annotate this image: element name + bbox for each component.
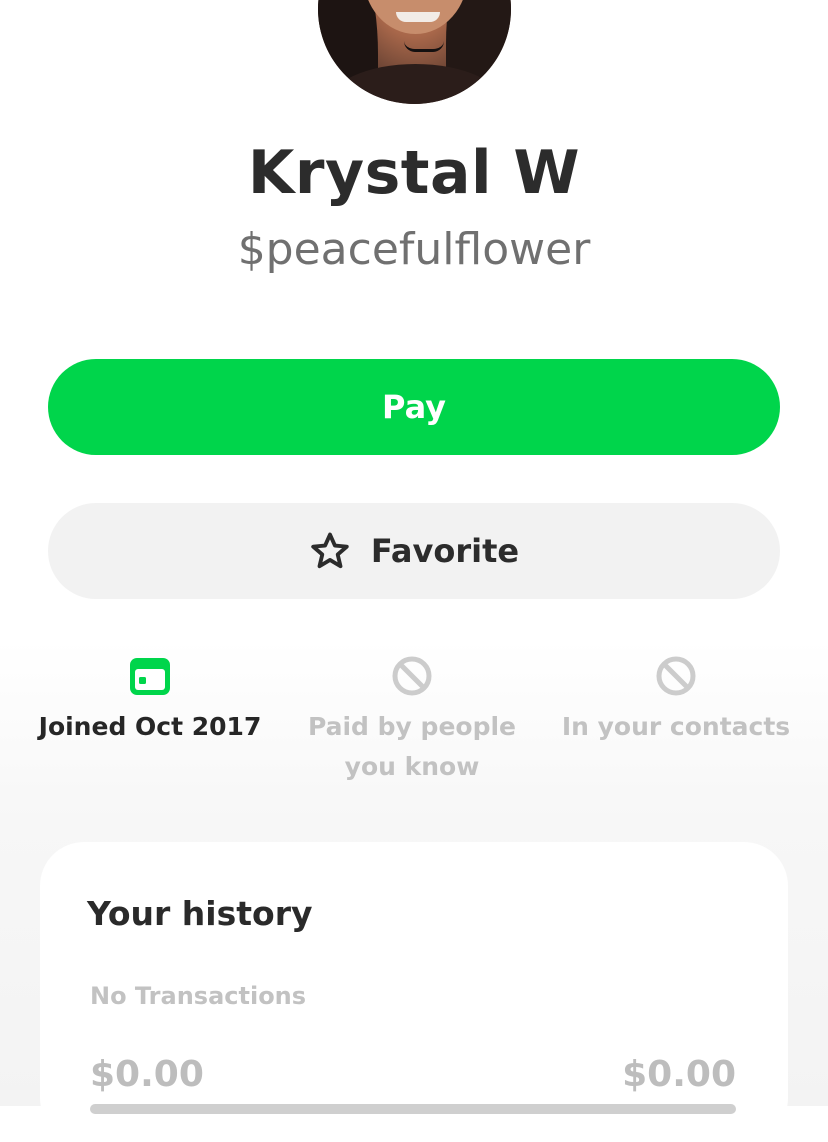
star-outline-icon <box>311 532 349 569</box>
avatar-choker <box>404 41 444 52</box>
avatar-smile <box>396 12 440 22</box>
history-empty-text: No Transactions <box>90 982 307 1010</box>
trust-badges: Joined Oct 2017 Paid by people you know … <box>0 655 828 795</box>
avatar[interactable] <box>318 0 511 104</box>
badge-in-contacts: In your contacts <box>556 655 796 747</box>
badge-contacts-label: In your contacts <box>561 712 791 741</box>
pay-button[interactable]: Pay <box>48 359 780 455</box>
calendar-icon <box>130 658 170 695</box>
badge-joined-label: Joined Oct 2017 <box>38 712 262 741</box>
favorite-button[interactable]: Favorite <box>48 503 780 599</box>
badge-paid-by-people: Paid by people you know <box>292 655 532 787</box>
history-card[interactable]: Your history No Transactions $0.00 $0.00 <box>40 842 788 1142</box>
history-amount-left: $0.00 <box>90 1054 204 1095</box>
history-title: Your history <box>87 894 313 933</box>
favorite-button-label: Favorite <box>370 532 520 570</box>
profile-cashtag: $peacefulflower <box>237 224 591 275</box>
pay-button-label: Pay <box>381 388 447 426</box>
badge-joined: Joined Oct 2017 <box>30 655 270 747</box>
blocked-icon <box>392 656 432 696</box>
badge-paid-label: Paid by people you know <box>307 712 517 781</box>
blocked-icon <box>656 656 696 696</box>
history-amount-right: $0.00 <box>622 1054 736 1095</box>
profile-name: Krystal W <box>247 138 581 208</box>
